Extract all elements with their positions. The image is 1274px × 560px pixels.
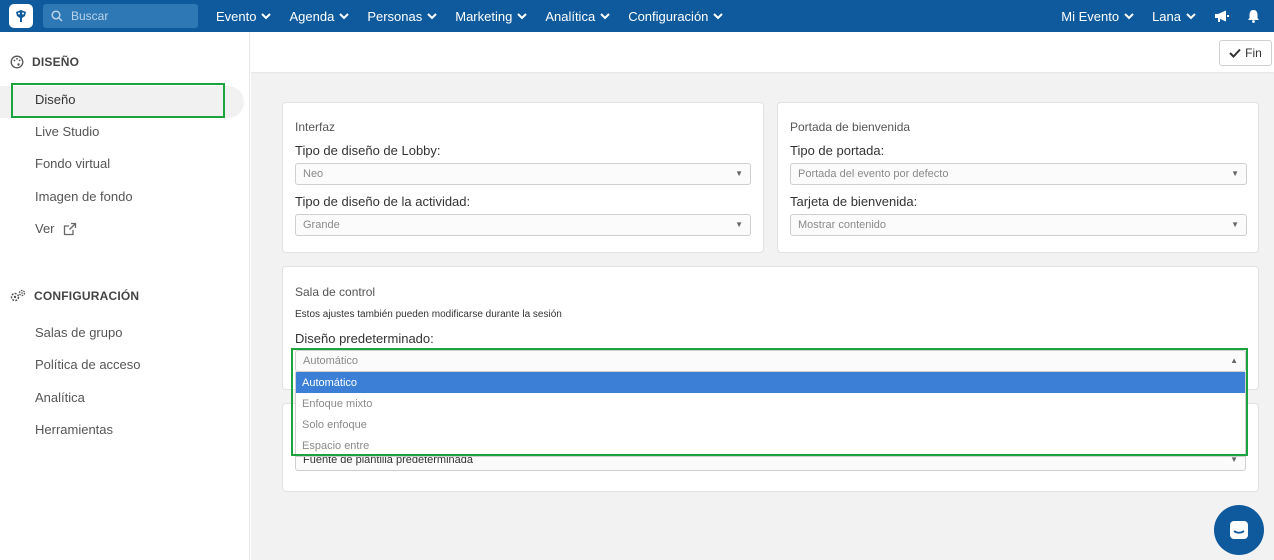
search-placeholder: Buscar: [71, 9, 109, 23]
main-menu: Evento Agenda Personas Marketing Analíti…: [216, 0, 741, 32]
sidebar-item-analitica[interactable]: Analítica: [35, 390, 85, 405]
sidebar-section-configuracion: CONFIGURACIÓN: [10, 289, 139, 303]
palette-icon: [10, 55, 24, 69]
chat-icon: [1230, 521, 1248, 539]
menu-configuracion[interactable]: Configuración: [628, 9, 724, 24]
chevron-down-icon: [1124, 12, 1134, 19]
megaphone-icon[interactable]: [1214, 10, 1229, 23]
chevron-down-icon: [261, 12, 272, 19]
sidebar-item-live-studio[interactable]: Live Studio: [35, 124, 99, 139]
check-icon: [1229, 48, 1241, 58]
activity-layout-label: Tipo de diseño de la actividad:: [295, 194, 471, 209]
sidebar-section-diseno: DISEÑO: [10, 55, 79, 69]
menu-agenda[interactable]: Agenda: [289, 9, 350, 24]
chevron-down-icon: [600, 12, 610, 19]
sidebar-item-politica-de-acceso[interactable]: Política de acceso: [35, 357, 141, 372]
event-switcher[interactable]: Mi Evento: [1061, 9, 1134, 24]
default-layout-label: Diseño predeterminado:: [295, 331, 434, 346]
sidebar-item-highlight-box: [11, 83, 225, 118]
gears-icon: [10, 289, 26, 302]
sidebar-item-ver[interactable]: Ver: [35, 221, 77, 236]
content-header: Fin: [251, 32, 1274, 72]
sidebar-section-label: CONFIGURACIÓN: [34, 289, 140, 303]
menu-marketing[interactable]: Marketing: [455, 9, 528, 24]
lobby-layout-select[interactable]: Neo ▼: [295, 163, 751, 185]
sidebar-item-imagen-de-fondo[interactable]: Imagen de fondo: [35, 189, 133, 204]
search-input[interactable]: Buscar: [43, 4, 198, 28]
menu-personas[interactable]: Personas: [367, 9, 437, 24]
portada-card: Portada de bienvenida Tipo de portada: P…: [777, 102, 1259, 253]
lobby-layout-label: Tipo de diseño de Lobby:: [295, 143, 441, 158]
card-title: Portada de bienvenida: [790, 120, 911, 134]
sala-note: Estos ajustes también pueden modificarse…: [295, 309, 562, 320]
card-title: Interfaz: [295, 120, 336, 134]
sidebar-item-salas-de-grupo[interactable]: Salas de grupo: [35, 325, 122, 340]
chevron-down-icon: [1186, 12, 1196, 19]
card-title: Sala de control: [295, 285, 376, 299]
chevron-down-icon: [713, 12, 724, 19]
menu-evento[interactable]: Evento: [216, 9, 272, 24]
dropdown-highlight-box: [291, 348, 1248, 456]
dropdown-arrow-icon: ▼: [735, 169, 743, 178]
sidebar-item-fondo-virtual[interactable]: Fondo virtual: [35, 156, 110, 171]
welcome-card-label: Tarjeta de bienvenida:: [790, 194, 918, 209]
activity-layout-select[interactable]: Grande ▼: [295, 214, 751, 236]
portada-type-select[interactable]: Portada del evento por defecto ▼: [790, 163, 1247, 185]
top-navigation-bar: Buscar Evento Agenda Personas Marketing …: [0, 0, 1274, 32]
bell-icon[interactable]: [1247, 9, 1260, 23]
external-link-icon: [63, 222, 76, 235]
welcome-card-select[interactable]: Mostrar contenido ▼: [790, 214, 1247, 236]
language-switcher[interactable]: Lana: [1152, 9, 1196, 24]
chevron-down-icon: [339, 12, 350, 19]
chevron-down-icon: [517, 12, 528, 19]
search-icon: [51, 10, 63, 22]
sidebar-section-label: DISEÑO: [32, 55, 80, 69]
menu-analitica[interactable]: Analítica: [545, 9, 610, 24]
chevron-down-icon: [427, 12, 437, 19]
sidebar-item-herramientas[interactable]: Herramientas: [35, 422, 113, 437]
dropdown-arrow-icon: ▼: [1231, 220, 1239, 229]
interfaz-card: Interfaz Tipo de diseño de Lobby: Neo ▼ T…: [282, 102, 764, 253]
top-right-menu: Mi Evento Lana: [1043, 0, 1260, 32]
chat-launcher-button[interactable]: [1214, 505, 1264, 555]
main-content: Fin Interfaz Tipo de diseño de Lobby: Ne…: [251, 32, 1274, 560]
portada-type-label: Tipo de portada:: [790, 143, 885, 158]
dropdown-arrow-icon: ▼: [1231, 169, 1239, 178]
done-button[interactable]: Fin: [1219, 40, 1272, 66]
dropdown-arrow-icon: ▼: [735, 220, 743, 229]
sidebar: DISEÑO Diseño Live Studio Fondo virtual …: [0, 32, 250, 560]
app-logo-icon[interactable]: [9, 4, 33, 28]
